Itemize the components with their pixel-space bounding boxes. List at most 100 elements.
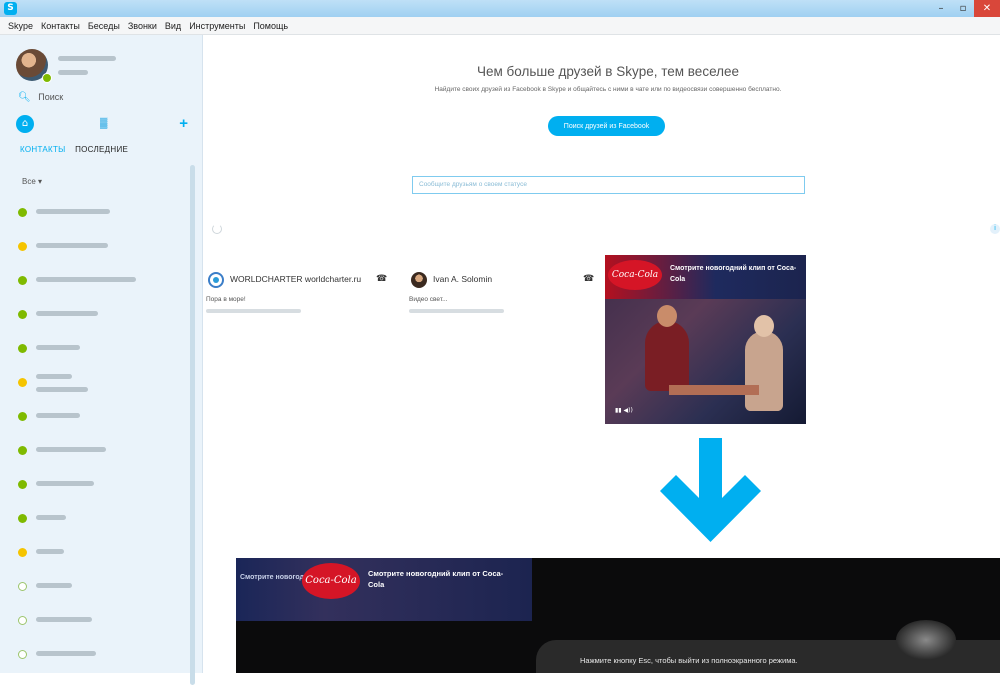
close-button[interactable]: ✕	[974, 0, 1000, 17]
presence-online-icon	[18, 344, 27, 353]
contact-name	[36, 447, 106, 452]
menu-help[interactable]: Помощь	[253, 21, 288, 31]
promo-description: Найдите своих друзей из Facebook в Skype…	[434, 86, 782, 93]
presence-offline-icon	[18, 582, 27, 591]
menu-calls[interactable]: Звонки	[128, 21, 157, 31]
minimize-button[interactable]: –	[930, 0, 952, 17]
ad-figure-woman	[745, 315, 783, 411]
tab-contacts[interactable]: КОНТАКТЫ	[20, 145, 66, 154]
user-status[interactable]	[58, 70, 88, 75]
status-message-input[interactable]: Сообщите друзьям о своем статусе	[412, 176, 805, 194]
window-controls: – ▫ ✕	[930, 0, 1000, 17]
sidebar-actions: ⌂ ▓ +	[16, 115, 188, 133]
tab-recent[interactable]: ПОСЛЕДНИЕ	[75, 145, 128, 154]
contact-name	[36, 345, 80, 350]
contact-list-item[interactable]	[0, 435, 190, 469]
online-status-icon	[42, 73, 52, 83]
contacts-list	[0, 197, 190, 673]
card-timestamp	[409, 309, 504, 313]
search-icon: 🔍︎	[18, 92, 31, 103]
contact-list-item[interactable]	[0, 605, 190, 639]
contact-list-item[interactable]	[0, 299, 190, 333]
presence-online-icon	[18, 514, 27, 523]
presence-online-icon	[18, 480, 27, 489]
contacts-filter[interactable]: Все ▾	[22, 177, 42, 186]
page-title: Чем больше друзей в Skype, тем веселее	[476, 64, 740, 79]
menu-contacts[interactable]: Контакты	[41, 21, 80, 31]
contact-list-item[interactable]	[0, 469, 190, 503]
advertisement-video[interactable]: Coca-Cola Смотрите новогодний клип от Co…	[605, 255, 806, 424]
menu-tools[interactable]: Инструменты	[189, 21, 245, 31]
call-icon[interactable]: ☎︎	[583, 273, 594, 284]
video-highlight	[896, 620, 956, 660]
presence-offline-icon	[18, 616, 27, 625]
scrollbar[interactable]	[190, 165, 195, 685]
contact-name	[36, 583, 72, 588]
contact-name	[36, 209, 110, 214]
user-name[interactable]	[58, 56, 116, 61]
call-icon[interactable]: ☎︎	[376, 273, 387, 284]
contact-name	[36, 481, 94, 486]
fullscreen-video[interactable]: Смотрите новогодний клип Coca-Cola Смотр…	[236, 558, 1000, 673]
contact-list-item[interactable]	[0, 367, 190, 401]
contact-list-item[interactable]	[0, 197, 190, 231]
fullscreen-hint-text: Нажмите кнопку Esc, чтобы выйти из полно…	[580, 656, 798, 665]
contact-name	[36, 311, 98, 316]
search-label: Поиск	[38, 92, 64, 102]
contact-avatar	[411, 272, 427, 288]
contact-list-item[interactable]	[0, 401, 190, 435]
info-icon[interactable]: i	[990, 224, 1000, 234]
ad-table	[669, 385, 759, 395]
presence-away-icon	[18, 548, 27, 557]
coca-cola-logo: Coca-Cola	[302, 563, 360, 599]
search-box[interactable]: 🔍︎ Поиск	[18, 92, 63, 103]
arrow-down-icon	[660, 438, 761, 542]
ad-figure-man	[645, 305, 689, 391]
ad-banner: Coca-Cola Смотрите новогодний клип от Co…	[605, 255, 806, 299]
contact-card[interactable]: WORLDCHARTER worldcharter.ru ☎︎ Пора в м…	[203, 257, 393, 337]
video-banner: Смотрите новогодний клип Coca-Cola Смотр…	[236, 558, 532, 621]
contact-list-item[interactable]	[0, 333, 190, 367]
contact-name	[36, 549, 64, 554]
contact-name	[36, 617, 92, 622]
contact-list-item[interactable]	[0, 265, 190, 299]
contact-list-item[interactable]	[0, 231, 190, 265]
presence-away-icon	[18, 242, 27, 251]
contact-name	[36, 651, 96, 656]
home-icon[interactable]: ⌂	[16, 115, 34, 133]
skype-icon: S	[4, 2, 17, 15]
contact-list-item[interactable]	[0, 537, 190, 571]
presence-away-icon	[18, 378, 27, 387]
plus-icon[interactable]: +	[179, 115, 188, 133]
presence-online-icon	[18, 412, 27, 421]
card-contact-name: Ivan A. Solomin	[433, 274, 493, 284]
card-message: Пора в море!	[206, 296, 246, 303]
find-facebook-friends-button[interactable]: Поиск друзей из Facebook	[548, 116, 665, 136]
menu-skype[interactable]: Skype	[8, 21, 33, 31]
contact-name	[36, 413, 80, 418]
contact-card[interactable]: Ivan A. Solomin ☎︎ Видео свет...	[406, 257, 596, 337]
contact-name	[36, 277, 136, 282]
card-message: Видео свет...	[409, 296, 448, 303]
menu-conversations[interactable]: Беседы	[88, 21, 120, 31]
presence-online-icon	[18, 208, 27, 217]
ad-headline: Смотрите новогодний клип от Coca-Cola	[670, 265, 797, 283]
presence-online-icon	[18, 446, 27, 455]
contact-name	[36, 243, 108, 248]
loading-icon	[212, 224, 222, 234]
video-controls[interactable]: ▮▮ ◀))	[615, 407, 633, 414]
video-headline: Смотрите новогодний клип от Coca-Cola	[368, 569, 504, 589]
card-timestamp	[206, 309, 301, 313]
contact-mood	[36, 387, 88, 392]
contact-list-item[interactable]	[0, 571, 190, 605]
contact-name	[36, 374, 72, 379]
presence-online-icon	[18, 276, 27, 285]
coca-cola-logo: Coca-Cola	[608, 260, 662, 290]
contact-list-item[interactable]	[0, 639, 190, 673]
presence-offline-icon	[18, 650, 27, 659]
restore-button[interactable]: ▫	[952, 0, 974, 17]
contact-name	[36, 515, 66, 520]
menu-view[interactable]: Вид	[165, 21, 181, 31]
contact-list-item[interactable]	[0, 503, 190, 537]
dialpad-icon[interactable]: ▓	[100, 118, 107, 129]
